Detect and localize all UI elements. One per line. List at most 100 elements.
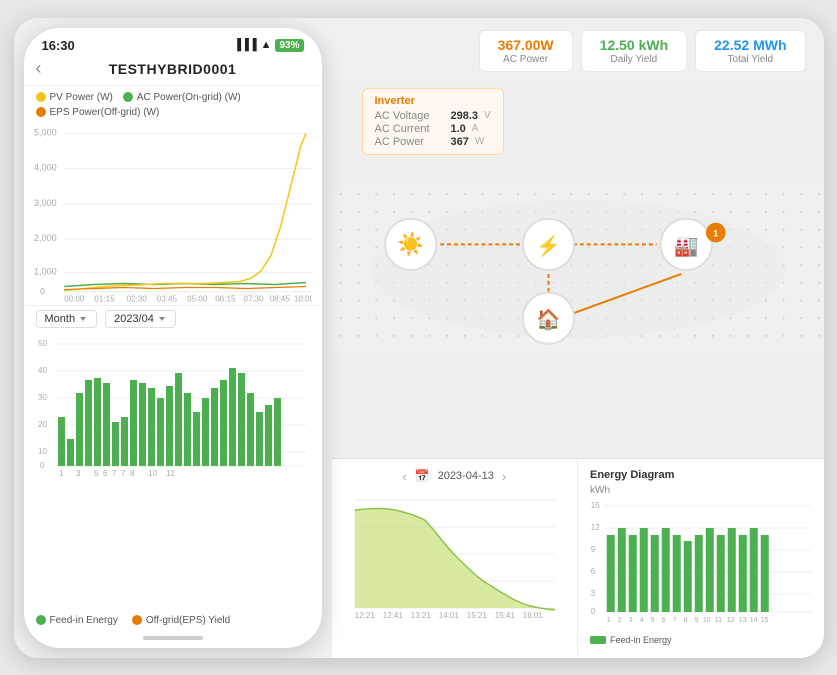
ac-legend-label: AC Power(On-grid) (W) [137,92,241,103]
svg-text:20: 20 [38,420,47,429]
inverter-info: Inverter AC Voltage 298.3 V AC Current 1… [362,88,504,155]
home-indicator [143,636,203,640]
energy-legend-bar [590,636,606,644]
inv-row-current: AC Current 1.0 A [375,123,491,135]
svg-text:15: 15 [761,617,769,624]
feed-in-label: Feed-in Energy [50,615,118,626]
signal-icon: ▐▐▐ [233,39,256,51]
legend-eps: EPS Power(Off-grid) (W) [36,107,160,118]
status-icons: ▐▐▐ ▲ 93% [233,39,303,52]
feed-in-dot [36,615,46,625]
svg-text:🏠: 🏠 [536,308,561,331]
svg-text:6: 6 [662,617,666,624]
svg-text:13:21: 13:21 [410,611,431,620]
inv-row-voltage: AC Voltage 298.3 V [375,110,491,122]
svg-text:16:01: 16:01 [522,611,543,620]
svg-text:0: 0 [40,461,45,470]
chart-date-label: 2023-04-13 [438,470,494,482]
date-label: 2023/04 [114,313,154,325]
energy-diagram-panel: Energy Diagram kWh 15 12 9 6 3 0 [578,459,824,658]
svg-text:14: 14 [750,617,758,624]
eps-legend-dot [36,107,46,117]
svg-text:7: 7 [673,617,677,624]
date-selector[interactable]: 2023/04 [105,310,176,328]
inv-voltage-val: 298.3 [451,110,479,122]
inv-power-val: 367 [451,136,469,148]
total-yield-value: 22.52 MWh [714,37,786,53]
top-stats: 367.00W AC Power 12.50 kWh Daily Yield 2… [332,18,824,80]
daily-yield-value: 12.50 kWh [600,37,668,53]
prev-arrow[interactable]: ‹ [402,469,406,484]
bottom-panels: ‹ 📅 2023-04-13 › 12:21 [332,458,824,658]
bar-chart-svg: 50 40 30 20 10 0 [32,336,314,476]
battery-indicator: 93% [275,39,303,52]
wifi-icon: ▲ [261,39,272,51]
svg-text:12:41: 12:41 [382,611,403,620]
svg-text:5: 5 [94,469,99,476]
svg-text:14:01: 14:01 [438,611,459,620]
chevron-down-icon-2 [157,314,167,324]
total-yield-card: 22.52 MWh Total Yield [695,30,805,72]
ac-legend-dot [123,92,133,102]
svg-text:3: 3 [629,617,633,624]
ac-power-value: 367.00W [498,37,554,53]
svg-text:5,000: 5,000 [34,127,57,137]
svg-text:01:15: 01:15 [94,294,115,302]
total-yield-label: Total Yield [728,54,774,65]
inv-power-key: AC Power [375,136,445,148]
energy-diagram-title: Energy Diagram [590,469,812,481]
inv-row-power: AC Power 367 W [375,136,491,148]
offgrid-label: Off-grid(EPS) Yield [146,615,230,626]
svg-text:3: 3 [591,589,596,598]
status-time: 16:30 [42,38,75,53]
svg-text:6: 6 [591,567,596,576]
svg-text:02:30: 02:30 [126,294,147,302]
svg-text:12: 12 [166,469,175,476]
month-selector[interactable]: Month [36,310,98,328]
chart-legend: PV Power (W) AC Power(On-grid) (W) EPS P… [24,86,322,120]
svg-text:🏭: 🏭 [673,235,698,257]
bar-chart-legend: Feed-in Energy Off-grid(EPS) Yield [24,611,322,630]
back-button[interactable]: ‹ [36,58,42,79]
area-chart-svg: 12:21 12:41 13:21 14:01 15:21 15:41 16:0… [344,490,566,620]
chart-controls: Month 2023/04 [24,305,322,332]
right-panel: 367.00W AC Power 12.50 kWh Daily Yield 2… [332,18,824,658]
svg-text:50: 50 [38,339,47,348]
svg-text:3: 3 [76,469,81,476]
kwh-label: kWh [590,485,812,496]
chevron-down-icon [78,314,88,324]
svg-text:13: 13 [739,617,747,624]
phone-header: ‹ TESTHYBRID0001 [24,57,322,86]
svg-text:0: 0 [591,607,596,616]
svg-text:☀️: ☀️ [397,230,424,257]
inv-voltage-key: AC Voltage [375,110,445,122]
svg-text:3,000: 3,000 [34,197,57,207]
legend-pv: PV Power (W) [36,92,113,103]
svg-text:12:21: 12:21 [354,611,375,620]
inv-current-val: 1.0 [451,123,466,135]
inv-current-key: AC Current [375,123,445,135]
svg-text:7: 7 [121,469,126,476]
svg-text:⚡: ⚡ [536,234,561,257]
svg-text:10:00: 10:00 [293,294,311,302]
feed-in-legend: Feed-in Energy [36,615,118,626]
bar-chart-area: 50 40 30 20 10 0 [24,332,322,611]
svg-text:07:30: 07:30 [243,294,264,302]
svg-text:1: 1 [713,228,718,238]
svg-text:08:45: 08:45 [269,294,290,302]
svg-text:1: 1 [59,469,64,476]
line-chart-area: 5,000 4,000 3,000 2,000 1,000 0 00:00 01… [24,120,322,305]
svg-text:2: 2 [618,617,622,624]
daily-yield-card: 12.50 kWh Daily Yield [581,30,687,72]
inv-power-unit: W [475,136,484,147]
svg-text:12: 12 [591,523,600,532]
main-container: 16:30 ▐▐▐ ▲ 93% ‹ TESTHYBRID0001 PV Powe… [14,18,824,658]
svg-text:4,000: 4,000 [34,162,57,172]
svg-text:8: 8 [684,617,688,624]
energy-legend-label: Feed-in Energy [610,635,672,645]
svg-text:1,000: 1,000 [34,266,57,276]
inverter-title: Inverter [375,95,491,107]
next-arrow[interactable]: › [502,469,506,484]
svg-text:12: 12 [727,617,735,624]
svg-text:4: 4 [640,617,644,624]
